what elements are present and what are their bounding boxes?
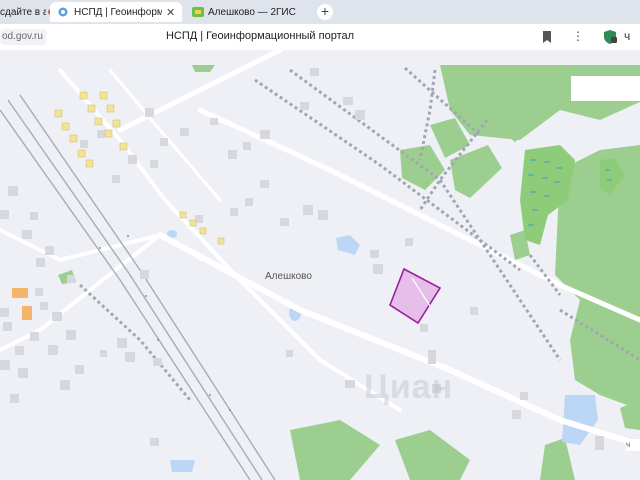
forest-patch-3	[450, 145, 502, 198]
corner-badge: ч	[626, 439, 640, 451]
tab-nspd[interactable]: НСПД | Геоинформационный портал ✕	[50, 2, 182, 22]
tab-ad[interactable]: сдайте в аренду	[0, 2, 46, 22]
pond-1	[336, 235, 360, 255]
extension-shield-icon[interactable]	[602, 29, 618, 45]
place-label: Алешково	[265, 271, 312, 282]
map-viewport[interactable]: Алешково Циан ч	[0, 50, 640, 480]
bookmark-icon[interactable]	[541, 30, 553, 44]
tab-2gis[interactable]: Алешково — 2ГИС	[184, 2, 310, 22]
forest-field-south-2	[395, 430, 470, 480]
pond-5	[170, 460, 195, 472]
forest-patch-n	[192, 65, 215, 72]
page-title: НСПД | Геоинформационный портал	[165, 30, 355, 42]
more-menu-icon[interactable]: ⋮	[572, 28, 584, 44]
map-control-panel[interactable]	[571, 76, 640, 101]
tab-2gis-label: Алешково — 2ГИС	[208, 6, 296, 18]
2gis-favicon-icon	[192, 7, 204, 17]
forest-patch-south-3	[540, 438, 575, 480]
close-tab-icon[interactable]: ✕	[166, 6, 175, 19]
forest-field-south	[290, 420, 380, 480]
selected-parcel[interactable]	[389, 267, 442, 325]
new-tab-button[interactable]: +	[317, 4, 333, 20]
profile-button[interactable]: ч	[624, 28, 630, 44]
forest-patch-se	[620, 400, 640, 430]
tab-ad-label: сдайте в аренду	[0, 6, 46, 18]
tab-bar: сдайте в аренду НСПД | Геоинформационный…	[0, 0, 640, 24]
orange-buildings	[12, 288, 32, 320]
address-bar: od.gov.ru НСПД | Геоинформационный порта…	[0, 24, 640, 51]
watermark: Циан	[364, 368, 454, 406]
tab-nspd-label: НСПД | Геоинформационный портал	[74, 6, 162, 18]
nspd-favicon-icon	[58, 7, 68, 17]
map-canvas	[0, 50, 640, 480]
